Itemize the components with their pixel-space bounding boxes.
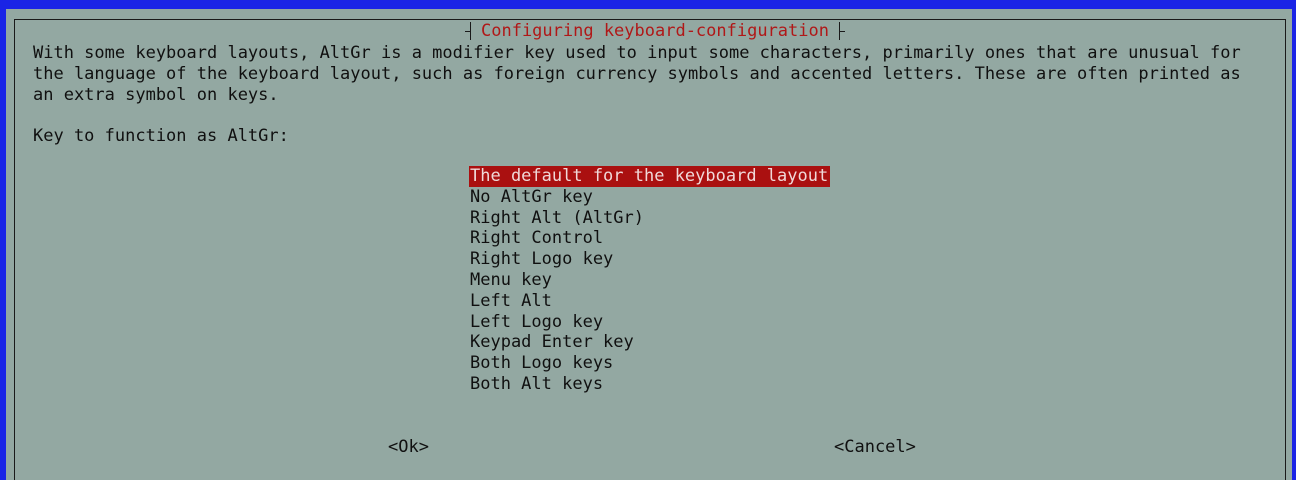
option-no-altgr[interactable]: No AltGr key: [469, 187, 832, 208]
option-both-logo[interactable]: Both Logo keys: [469, 353, 832, 374]
option-default-layout[interactable]: The default for the keyboard layout: [469, 166, 831, 187]
ok-button[interactable]: <Ok>: [388, 437, 429, 458]
option-right-control[interactable]: Right Control: [469, 228, 832, 249]
cancel-button[interactable]: <Cancel>: [834, 437, 916, 458]
dialog-description: With some keyboard layouts, AltGr is a m…: [33, 43, 1241, 105]
option-left-logo[interactable]: Left Logo key: [469, 312, 832, 333]
option-both-alt[interactable]: Both Alt keys: [469, 374, 832, 395]
option-right-logo[interactable]: Right Logo key: [469, 249, 832, 270]
dialog-prompt: Key to function as AltGr:: [33, 126, 289, 146]
title-bracket-left: [465, 22, 471, 40]
terminal-screen: Configuring keyboard-configuration With …: [0, 0, 1296, 480]
dialog-title-bar: Configuring keyboard-configuration: [465, 20, 845, 42]
option-row: The default for the keyboard layout: [469, 166, 832, 187]
option-right-alt[interactable]: Right Alt (AltGr): [469, 208, 832, 229]
option-keypad-enter[interactable]: Keypad Enter key: [469, 332, 832, 353]
option-menu-key[interactable]: Menu key: [469, 270, 832, 291]
debconf-dialog: Configuring keyboard-configuration With …: [6, 9, 1292, 480]
altgr-options-list: The default for the keyboard layout No A…: [469, 166, 832, 395]
option-left-alt[interactable]: Left Alt: [469, 291, 832, 312]
dialog-title: Configuring keyboard-configuration: [481, 21, 829, 41]
title-bracket-right: [839, 22, 845, 40]
